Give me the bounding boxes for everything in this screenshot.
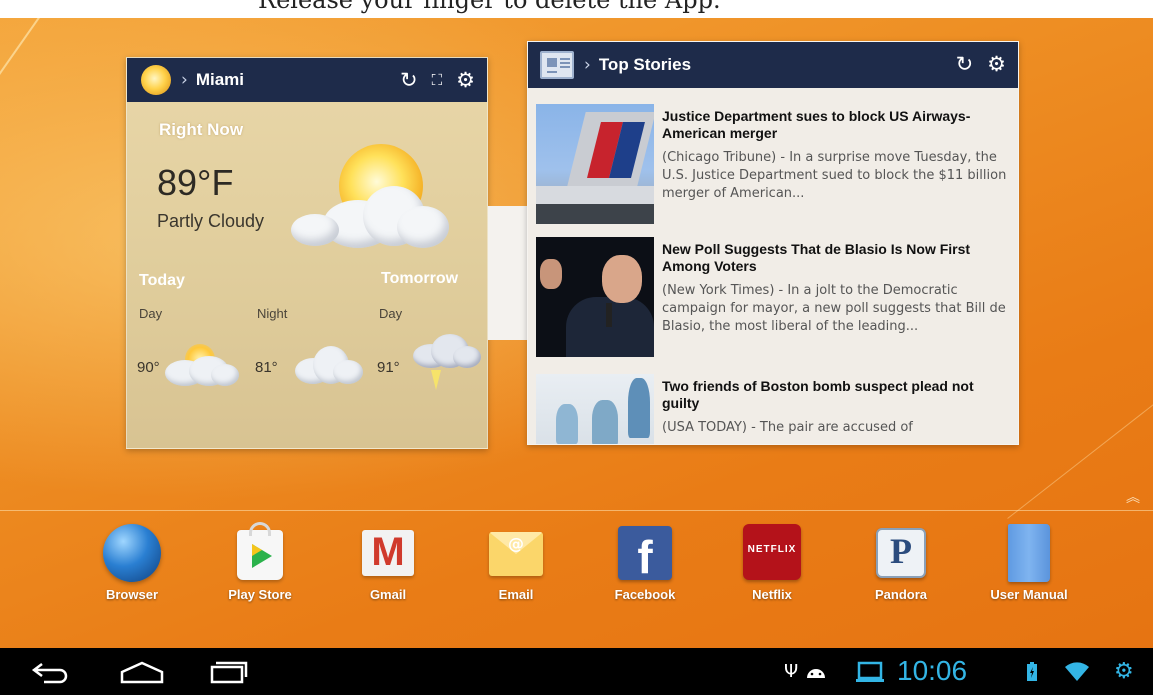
chevron-right-icon: › [181,70,188,90]
settings-icon: ⚙ [1114,659,1134,684]
app-play-store[interactable]: Play Store [205,522,315,606]
news-story[interactable]: Justice Department sues to block US Airw… [536,104,1014,228]
pandora-logo-letter: P [890,531,912,571]
gmail-icon: M [362,530,414,576]
netflix-icon: NETFLIX [743,524,801,580]
app-label: User Manual [990,587,1068,602]
news-widget-title[interactable]: Top Stories [599,55,691,75]
news-story[interactable]: New Poll Suggests That de Blasio Is Now … [536,237,1014,361]
app-label: Netflix [752,587,792,602]
gear-icon[interactable]: ⚙ [456,69,475,91]
pandora-icon: P [876,528,926,578]
tomorrow-label: Tomorrow [381,270,459,287]
dock-divider [0,510,1153,511]
newspaper-icon [540,51,574,79]
globe-icon [103,524,161,582]
story-headline: Justice Department sues to block US Airw… [662,108,971,141]
android-debug-icon [805,648,827,695]
weather-widget-header: › Miami ↻ ⛶ ⚙ [127,58,487,102]
refresh-icon[interactable]: ↻ [400,69,418,91]
weather-sun-icon [141,65,171,95]
news-widget-header: › Top Stories ↻ ⚙ [528,42,1018,88]
app-user-manual[interactable]: User Manual [974,524,1084,606]
weather-city[interactable]: Miami [196,70,244,90]
hint-text: Release your finger to delete the App. [258,0,721,14]
forecast-temp: 81° [255,359,278,376]
forecast-period: Day [379,306,403,321]
app-email[interactable]: @ Email [461,524,571,606]
current-temperature: 89°F [157,162,234,203]
refresh-icon[interactable]: ↻ [956,53,974,75]
play-store-icon [237,522,283,580]
app-gmail[interactable]: M Gmail [333,524,443,606]
netflix-logo-text: NETFLIX [747,544,797,555]
app-label: Email [498,587,534,602]
right-now-label: Right Now [159,120,244,139]
drag-delete-hint: Release your finger to delete the App. [0,0,1153,18]
app-label: Play Store [228,587,292,602]
story-summary: (USA TODAY) - The pair are accused of [662,420,913,435]
back-icon[interactable] [15,648,85,695]
app-label: Facebook [614,587,676,602]
current-condition: Partly Cloudy [157,211,265,231]
chevron-right-icon: › [584,55,591,75]
weather-widget[interactable]: › Miami ↻ ⛶ ⚙ Right Now 89°F Partly Clou… [126,57,488,449]
expand-icon[interactable]: ⛶ [432,72,443,88]
app-label: Pandora [874,587,927,602]
status-clock: 10:06 [897,655,968,686]
chevron-up-icon[interactable]: ︽ [1126,487,1140,507]
story-headline: New Poll Suggests That de Blasio Is Now … [662,241,971,274]
story-summary: (New York Times) - In a jolt to the Demo… [662,283,1006,334]
today-label: Today [139,272,185,289]
app-label: Browser [105,587,159,602]
wifi-icon [1064,648,1090,695]
usb-icon: Ψ [784,661,799,682]
app-pandora[interactable]: P Pandora [846,524,956,606]
book-icon [1008,524,1050,582]
airplane-tail-photo [536,104,654,224]
email-icon: @ [489,532,543,576]
battery-icon [1026,648,1038,695]
app-label: Gmail [369,587,407,602]
forecast-period: Day [139,306,163,321]
forecast-period: Night [257,306,288,321]
screen-icon [855,648,885,695]
speaker-photo [536,237,654,357]
story-headline: Two friends of Boston bomb suspect plead… [662,378,974,411]
widget-gap-panel [488,206,528,340]
facebook-icon: f [618,526,672,583]
story-summary: (Chicago Tribune) - In a surprise move T… [662,150,1007,201]
home-icon[interactable] [107,648,177,695]
forecast-temp: 90° [137,359,160,376]
recent-apps-icon[interactable] [193,648,263,695]
forecast-temp: 91° [377,359,400,376]
app-facebook[interactable]: f Facebook [590,524,700,606]
gear-icon[interactable]: ⚙ [987,53,1006,75]
app-netflix[interactable]: NETFLIX Netflix [717,524,827,606]
app-browser[interactable]: Browser [77,524,187,606]
news-widget[interactable]: › Top Stories ↻ ⚙ Justice Department sue… [527,41,1019,445]
news-story[interactable]: Two friends of Boston bomb suspect plead… [536,374,1014,444]
courtroom-sketch-photo [536,374,654,444]
system-navigation-bar: Ψ 10:06 ⚙ [0,648,1153,695]
